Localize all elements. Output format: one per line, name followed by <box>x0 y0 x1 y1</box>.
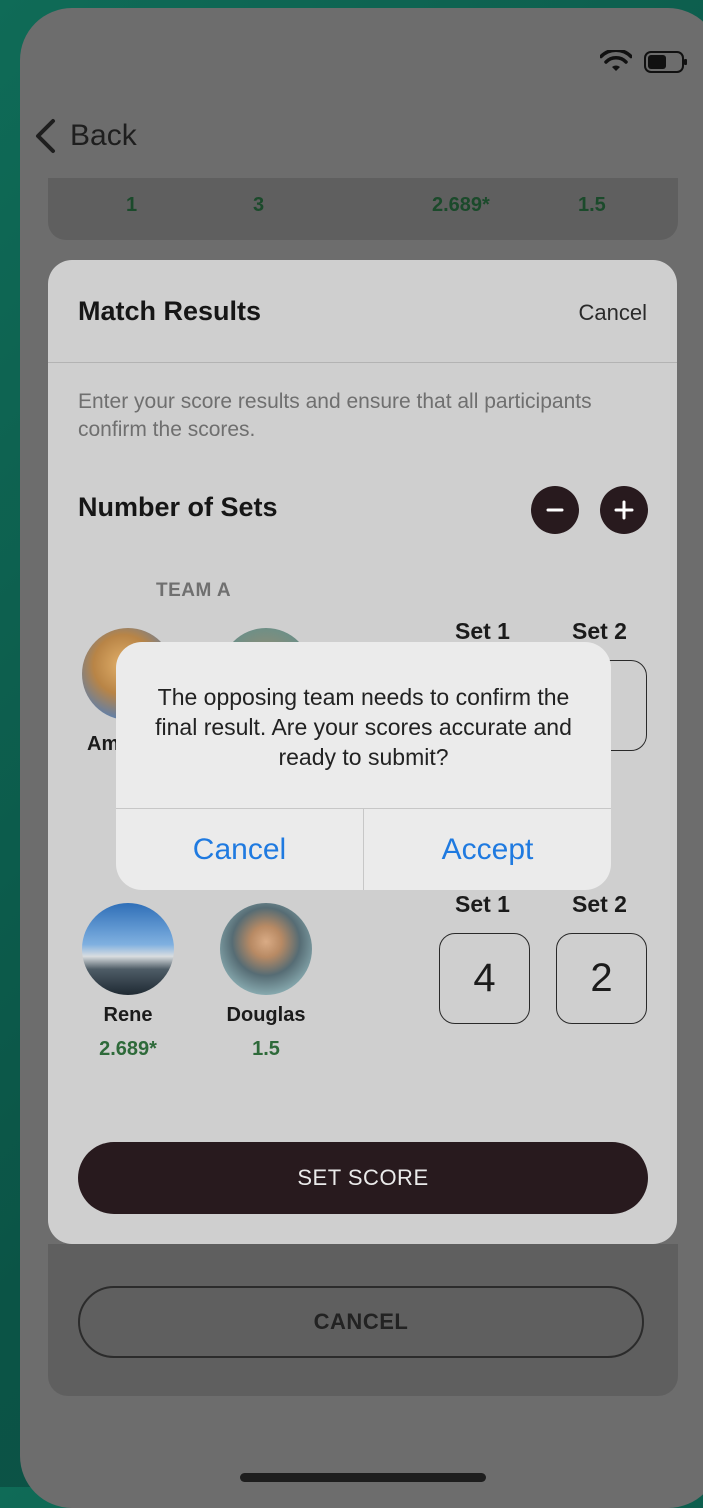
battery-icon <box>644 51 687 73</box>
back-button[interactable]: Back <box>34 118 137 154</box>
remove-set-button[interactable] <box>531 486 579 534</box>
alert-actions: Cancel Accept <box>116 808 611 890</box>
add-set-button[interactable] <box>600 486 648 534</box>
background-score: 3 <box>253 194 265 216</box>
player-name: Douglas <box>226 1004 306 1026</box>
set-label: Set 1 <box>455 618 510 644</box>
wifi-icon <box>600 50 632 71</box>
score-input[interactable]: 2 <box>556 933 647 1024</box>
back-label: Back <box>70 119 137 152</box>
player-avatar <box>82 903 174 995</box>
set-label: Set 1 <box>455 891 510 917</box>
sheet-description: Enter your score results and ensure that… <box>78 390 592 441</box>
team-a-label: TEAM A <box>156 580 232 601</box>
confirm-alert: The opposing team needs to confirm the f… <box>116 642 611 890</box>
status-bar <box>600 50 688 74</box>
plus-icon <box>614 500 634 520</box>
set-label: Set 2 <box>572 891 627 917</box>
set-label: Set 2 <box>572 618 627 644</box>
set-score-button[interactable]: SET SCORE <box>78 1142 648 1214</box>
minus-icon <box>546 508 564 512</box>
number-of-sets-title: Number of Sets <box>78 492 278 522</box>
player-avatar <box>220 903 312 995</box>
cancel-button[interactable]: CANCEL <box>78 1286 644 1358</box>
chevron-left-icon <box>36 119 55 153</box>
player-name: Rene <box>103 1004 153 1026</box>
sheet-title: Match Results <box>78 296 262 326</box>
alert-cancel-button[interactable]: Cancel <box>116 809 363 890</box>
alert-message: The opposing team needs to confirm the f… <box>155 684 572 770</box>
player-name: Am <box>87 733 120 755</box>
sheet-cancel-button[interactable]: Cancel <box>579 300 647 326</box>
player-rating: 1.5 <box>252 1038 280 1060</box>
background-score: 1 <box>126 194 138 216</box>
background-score: 2.689* <box>432 194 490 216</box>
alert-accept-button[interactable]: Accept <box>363 809 611 890</box>
home-indicator[interactable] <box>240 1473 486 1482</box>
score-input[interactable]: 4 <box>439 933 530 1024</box>
background-score: 1.5 <box>578 194 606 216</box>
player-rating: 2.689* <box>99 1038 157 1060</box>
sheet-header: Match Results Cancel <box>48 260 677 363</box>
